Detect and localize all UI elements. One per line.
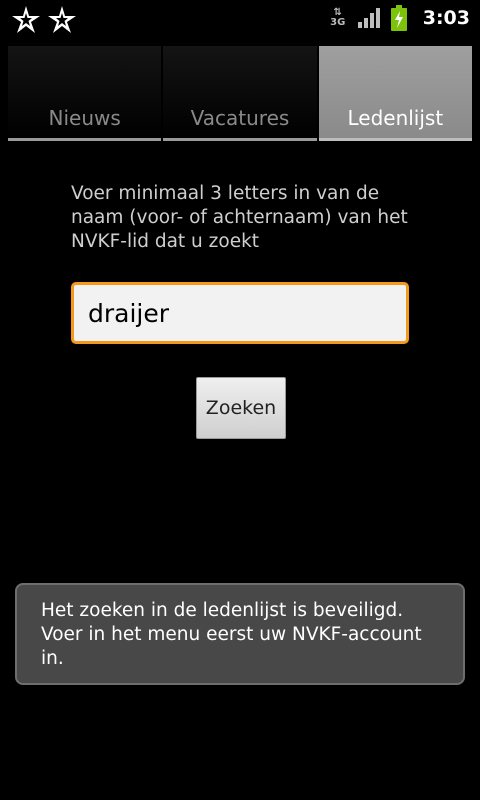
notification-area <box>10 4 78 36</box>
toast-message: Het zoeken in de ledenlijst is beveiligd… <box>15 583 465 685</box>
tab-ledenlijst[interactable]: Ledenlijst <box>318 46 472 141</box>
toast-text: Het zoeken in de ledenlijst is beveiligd… <box>41 600 422 669</box>
tab-vacatures[interactable]: Vacatures <box>163 46 317 141</box>
tab-label: Vacatures <box>190 106 290 130</box>
tab-nieuws[interactable]: Nieuws <box>8 46 162 141</box>
notification-star-icon <box>12 6 40 33</box>
system-icons: ⇅ 3G 3:03 <box>329 5 470 31</box>
network-type-label: 3G <box>330 17 346 28</box>
search-instructions: Voer minimaal 3 letters in van de naam (… <box>71 183 408 252</box>
clock: 3:03 <box>422 7 470 29</box>
tab-label: Ledenlijst <box>347 106 444 130</box>
battery-charging-icon <box>390 5 407 31</box>
tab-label: Nieuws <box>48 106 121 130</box>
signal-strength-icon <box>357 8 380 28</box>
tab-bar: Nieuws Vacatures Ledenlijst <box>8 46 472 141</box>
notification-star-icon <box>48 6 76 33</box>
member-search-input[interactable] <box>71 282 409 344</box>
status-bar: ⇅ 3G 3:03 <box>0 0 480 38</box>
search-button[interactable]: Zoeken <box>196 377 286 439</box>
data-3g-icon: ⇅ 3G <box>330 7 346 28</box>
